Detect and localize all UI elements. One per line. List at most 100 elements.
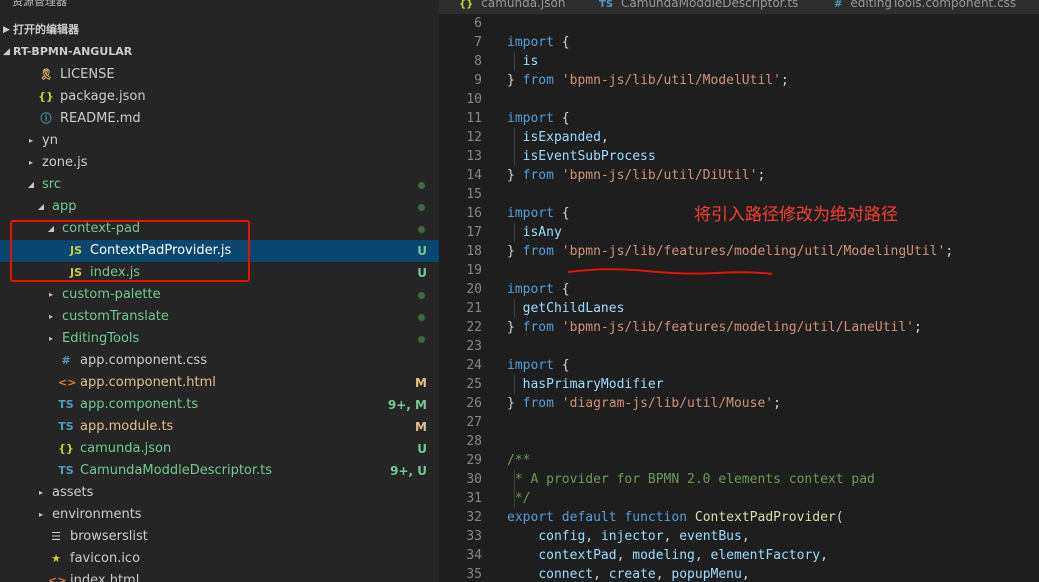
code-token: 'diagram-js/lib/util/Mouse' <box>561 396 774 411</box>
editor-tabs: {} camunda.json TS CamundaModdleDescriptor.… <box>439 0 1039 14</box>
tree-item-label: app.module.ts <box>80 419 174 434</box>
chevron-right-icon[interactable]: ▸ <box>26 152 36 174</box>
tree-item-label: environments <box>52 507 142 522</box>
chevron-right-icon[interactable]: ▸ <box>46 284 56 306</box>
code-token: getChildLanes <box>522 301 625 316</box>
code-token: ; <box>757 168 766 183</box>
tree-item[interactable]: ⓘ README.md <box>0 108 439 130</box>
tree-item[interactable]: <> index.html <box>0 570 439 582</box>
code-line: 7 import { <box>439 33 1039 52</box>
annotation-underline <box>567 268 773 275</box>
line-number: 19 <box>466 263 482 278</box>
line-number: 29 <box>466 453 482 468</box>
tree-item[interactable]: ▸ zone.js <box>0 152 439 174</box>
tree-item-label: customTranslate <box>62 309 169 324</box>
tree-item[interactable]: ▸ custom-palette <box>0 284 439 306</box>
chevron-right-icon[interactable]: ▸ <box>26 130 36 152</box>
code-token: isEventSubProcess <box>522 149 656 164</box>
line-number: 9 <box>474 73 482 88</box>
tree-item[interactable]: TS CamundaModdleDescriptor.ts 9+, U <box>0 460 439 482</box>
line-number: 35 <box>466 567 482 582</box>
tree-item[interactable]: ▸ yn <box>0 130 439 152</box>
tree-item[interactable]: ◢ src <box>0 174 439 196</box>
tree-item-label: index.html <box>70 573 140 582</box>
open-editors-section[interactable]: ▶ 打开的编辑器 <box>0 19 439 41</box>
code-token: } <box>507 244 523 259</box>
git-status-badge: 9+, U <box>390 464 427 478</box>
line-number: 7 <box>474 35 482 50</box>
tree-item[interactable]: TS app.module.ts M <box>0 416 439 438</box>
git-status-dot <box>418 182 425 189</box>
tree-item-label: LICENSE <box>60 67 115 82</box>
line-number: 16 <box>466 206 482 221</box>
tree-item[interactable]: <> app.component.html M <box>0 372 439 394</box>
chevron-right-icon[interactable]: ▸ <box>36 504 46 526</box>
git-status-dot <box>418 314 425 321</box>
code-token: , <box>820 548 828 563</box>
code-token: , <box>663 529 680 544</box>
chevron-down-icon[interactable]: ◢ <box>26 174 36 196</box>
json-icon: {} <box>459 0 474 10</box>
info-icon: ⓘ <box>40 112 52 125</box>
editor-tab[interactable]: {} camunda.json <box>459 0 565 13</box>
git-status-badge: U <box>417 442 427 456</box>
git-status-dot <box>418 226 425 233</box>
code-token: popupMenu <box>671 567 742 582</box>
tree-item-label: EditingTools <box>62 331 140 346</box>
line-number: 34 <box>466 548 482 563</box>
code-line: 17 isAny <box>439 223 1039 242</box>
line-content: isEventSubProcess <box>507 147 656 166</box>
code-token: { <box>553 111 570 126</box>
git-status-badge: M <box>415 420 427 434</box>
tree-item[interactable]: # app.component.css <box>0 350 439 372</box>
tree-item[interactable]: ▸ EditingTools <box>0 328 439 350</box>
code-token: connect <box>538 567 594 582</box>
code-token: import <box>507 111 554 126</box>
tree-item-label: custom-palette <box>62 287 161 302</box>
tree-item[interactable]: {} camunda.json U <box>0 438 439 460</box>
code-line: 13 isEventSubProcess <box>439 147 1039 166</box>
code-line: 9} from 'bpmn-js/lib/util/ModelUtil'; <box>439 71 1039 90</box>
code-token: { <box>553 358 570 373</box>
tab-label: editingTools.component.css <box>850 0 1017 10</box>
chevron-right-icon[interactable]: ▸ <box>46 328 56 350</box>
css-icon: # <box>834 0 843 10</box>
code-token: import <box>507 282 554 297</box>
tree-item[interactable]: {} package.json <box>0 86 439 108</box>
git-status-dot <box>418 292 425 299</box>
editor-tab[interactable]: # editingTools.component.css <box>834 0 1016 13</box>
editor-tab[interactable]: TS CamundaModdleDescriptor.ts <box>599 0 798 13</box>
chevron-right-icon[interactable]: ▸ <box>36 482 46 504</box>
tree-item-label: app <box>52 199 77 214</box>
tree-item[interactable]: ◢ app <box>0 196 439 218</box>
chevron-right-icon[interactable]: ▸ <box>46 306 56 328</box>
highlight-box <box>10 220 250 282</box>
tree-item[interactable]: ★ favicon.ico <box>0 548 439 570</box>
code-token: , <box>694 548 711 563</box>
line-number: 8 <box>474 54 482 69</box>
line-number: 28 <box>466 434 482 449</box>
tree-item[interactable]: 🎗 LICENSE <box>0 64 439 86</box>
code-token: { <box>553 282 570 297</box>
json-icon: {} <box>58 442 74 455</box>
code-token: function <box>624 510 688 525</box>
tree-item-label: package.json <box>60 89 146 104</box>
code-token: , <box>655 567 672 582</box>
tree-item[interactable]: ▸ environments <box>0 504 439 526</box>
tree-item[interactable]: ▸ customTranslate <box>0 306 439 328</box>
project-section[interactable]: ◢ RT-BPMN-ANGULAR <box>0 41 439 63</box>
code-token: modeling <box>632 548 695 563</box>
code-token: } <box>507 396 523 411</box>
tree-item[interactable]: ▸ assets <box>0 482 439 504</box>
line-number: 25 <box>466 377 482 392</box>
line-number: 23 <box>466 339 482 354</box>
tree-item[interactable]: TS app.component.ts 9+, M <box>0 394 439 416</box>
line-content: hasPrimaryModifier <box>507 375 664 394</box>
code-editor[interactable]: 6 7 import {8 is 9} from 'bpmn-js/lib/util/… <box>439 14 1039 582</box>
code-token: /** <box>507 453 531 468</box>
chevron-down-icon[interactable]: ◢ <box>36 196 46 218</box>
code-token: , <box>741 529 750 544</box>
tree-item[interactable]: ☰ browserslist <box>0 526 439 548</box>
line-number: 32 <box>466 510 482 525</box>
